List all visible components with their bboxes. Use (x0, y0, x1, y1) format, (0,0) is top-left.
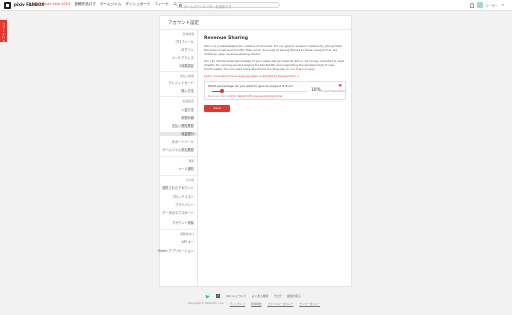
slider-thumb[interactable] (219, 89, 224, 93)
footer-link-cookies[interactable]: クッキーポリシー (299, 302, 320, 306)
finance-page-link[interactable]: finance page (296, 67, 315, 71)
sidebar-item-credit-card[interactable]: クレジットカード (169, 81, 195, 85)
main-content: Revenue Sharing itch.io is a marketplace… (204, 36, 346, 112)
slider-min-icon: ○ (208, 89, 211, 92)
revenue-share-percent: 10% (311, 88, 321, 93)
divider (160, 175, 197, 176)
save-button[interactable]: Save (204, 105, 230, 112)
avatar[interactable] (477, 2, 483, 8)
learn-more-link[interactable]: Learn more about how revenue share is ap… (204, 74, 346, 78)
info-paragraph: You can decide what percentage of your s… (204, 59, 346, 71)
section-title: Revenue Sharing (204, 36, 249, 41)
nav-item-devlogs[interactable]: 投稿作品ログ (74, 2, 96, 7)
settings-card: アカウント設定 基本情報 プロフィール ログイン メールアドレス 2段階認証 支… (158, 15, 352, 287)
sidebar-item-email-notifications[interactable]: メール通知 (178, 167, 194, 171)
sidebar-item-block-list[interactable]: ブロックリスト (172, 195, 194, 199)
card-header: アカウント設定 (160, 16, 351, 30)
copyright: Copyright © 2024 itch corp (188, 302, 224, 305)
support-question: What percentage do you want to give to s… (208, 84, 293, 88)
sidebar-item-oauth-apps[interactable]: OAuth アプリケーション (158, 249, 194, 253)
sidebar-section-basic: 基本情報 (182, 32, 194, 36)
revenue-share-percent-label: of each transaction (321, 89, 346, 93)
nav-item-game-jams[interactable]: ゲームジャム (100, 2, 121, 7)
sidebar-item-data-export[interactable]: データのエクスポート (162, 211, 194, 215)
footer-link-directory[interactable]: ディレクトリ (230, 302, 245, 306)
divider (160, 96, 197, 97)
heart-icon: ♥ (338, 83, 342, 88)
social-icons: 🐦 f (205, 294, 220, 299)
footer-bottom: Copyright © 2024 itch corp ディレクトリ 利用規約 プ… (188, 302, 320, 306)
sidebar-section-revenue: 収益設定 (182, 99, 194, 103)
sidebar-section-notifications: 通知 (188, 159, 194, 163)
user-name[interactable]: ユーザー (485, 3, 499, 8)
footer-link-contact[interactable]: 連絡を取る (287, 294, 301, 298)
sidebar-item-jam-history[interactable]: ゲームジャム参加履歴 (162, 148, 194, 152)
main-nav: Summer Sale 2024 投稿作品ログ ゲームジャム ダッシュボード フ… (36, 2, 194, 7)
footer-link-privacy[interactable]: プライバシーポリシー (267, 302, 293, 306)
feedback-tab-label: フィードバック (1, 23, 5, 46)
sidebar-item-2fa[interactable]: 2段階認証 (179, 64, 194, 68)
sidebar-item-support-tools[interactable]: サポートツール (172, 140, 194, 144)
sidebar-item-payout-method[interactable]: 入金方法 (181, 108, 194, 112)
top-navbar: pixiv FANBOX Summer Sale 2024 投稿作品ログ ゲーム… (0, 0, 512, 11)
info-paragraph-text: You can decide what percentage of your s… (204, 59, 345, 71)
settings-sidebar: 基本情報 プロフィール ログイン メールアドレス 2段階認証 支払い情報 クレジ… (158, 30, 198, 286)
sidebar-item-delete-account[interactable]: アカウント削除 (172, 221, 194, 225)
intro-paragraph: itch.io is a marketplace for creators of… (204, 44, 343, 56)
search-input[interactable]: ゲームやクリエイターを検索する (176, 2, 280, 9)
divider (160, 229, 197, 230)
sidebar-section-payment: 支払い情報 (180, 74, 194, 78)
sidebar-item-purchase-method[interactable]: 購入方法 (181, 89, 194, 93)
sidebar-item-revenue-sharing[interactable]: 収益配分 (160, 132, 197, 137)
page-title: アカウント設定 (168, 21, 199, 26)
search-icon (179, 3, 182, 7)
footer-link-about[interactable]: itch.io について (226, 294, 247, 298)
nav-item-summer-sale[interactable]: Summer Sale 2024 (36, 2, 70, 7)
sidebar-item-tax-info[interactable]: 税務情報 (181, 116, 194, 120)
feedback-tab[interactable]: フィードバック (0, 20, 7, 46)
sidebar-section-developers: 開発者向け (180, 232, 194, 236)
search-placeholder: ゲームやクリエイターを検索する (184, 4, 232, 9)
sidebar-item-email[interactable]: メールアドレス (172, 56, 194, 60)
user-menu[interactable]: ユーザー ▾ (468, 2, 508, 9)
sidebar-item-privacy[interactable]: プライバシー (175, 203, 194, 207)
sidebar-section-other: その他 (185, 178, 194, 182)
twitter-icon[interactable]: 🐦 (205, 294, 210, 299)
divider (160, 156, 197, 157)
sidebar-item-linked-accounts[interactable]: 連携されたアカウント (162, 186, 194, 190)
footer-link-terms[interactable]: 利用規約 (251, 302, 261, 306)
footer-link-faq[interactable]: よくある質問 (252, 294, 269, 298)
default-share-link[interactable]: Itch's default 10% revenue sharing model (230, 95, 282, 98)
bell-icon[interactable] (470, 2, 474, 8)
sidebar-item-api-keys[interactable]: API キー (182, 240, 194, 244)
footer-links: itch.io について よくある質問 ブログ 連絡を取る (226, 294, 301, 298)
sidebar-item-payment-history[interactable]: 支払い履歴履歴 (172, 124, 194, 128)
support-note: Revenue sharing Itch's default 10% reven… (208, 95, 282, 98)
divider (160, 71, 197, 72)
sidebar-item-profile[interactable]: プロフィール (175, 40, 194, 44)
site-logo[interactable] (4, 2, 11, 9)
chevron-down-icon[interactable]: ▾ (502, 3, 504, 7)
facebook-icon[interactable]: f (215, 294, 220, 298)
footer-link-blog[interactable]: ブログ (273, 294, 281, 298)
revenue-share-box: What percentage do you want to give to s… (204, 81, 346, 100)
support-note-text: Revenue sharing (208, 95, 230, 98)
nav-item-dashboard[interactable]: ダッシュボード (125, 2, 150, 7)
revenue-share-slider[interactable] (212, 89, 308, 93)
sidebar-item-login[interactable]: ログイン (181, 48, 194, 52)
nav-item-feed[interactable]: フィード (154, 2, 168, 7)
